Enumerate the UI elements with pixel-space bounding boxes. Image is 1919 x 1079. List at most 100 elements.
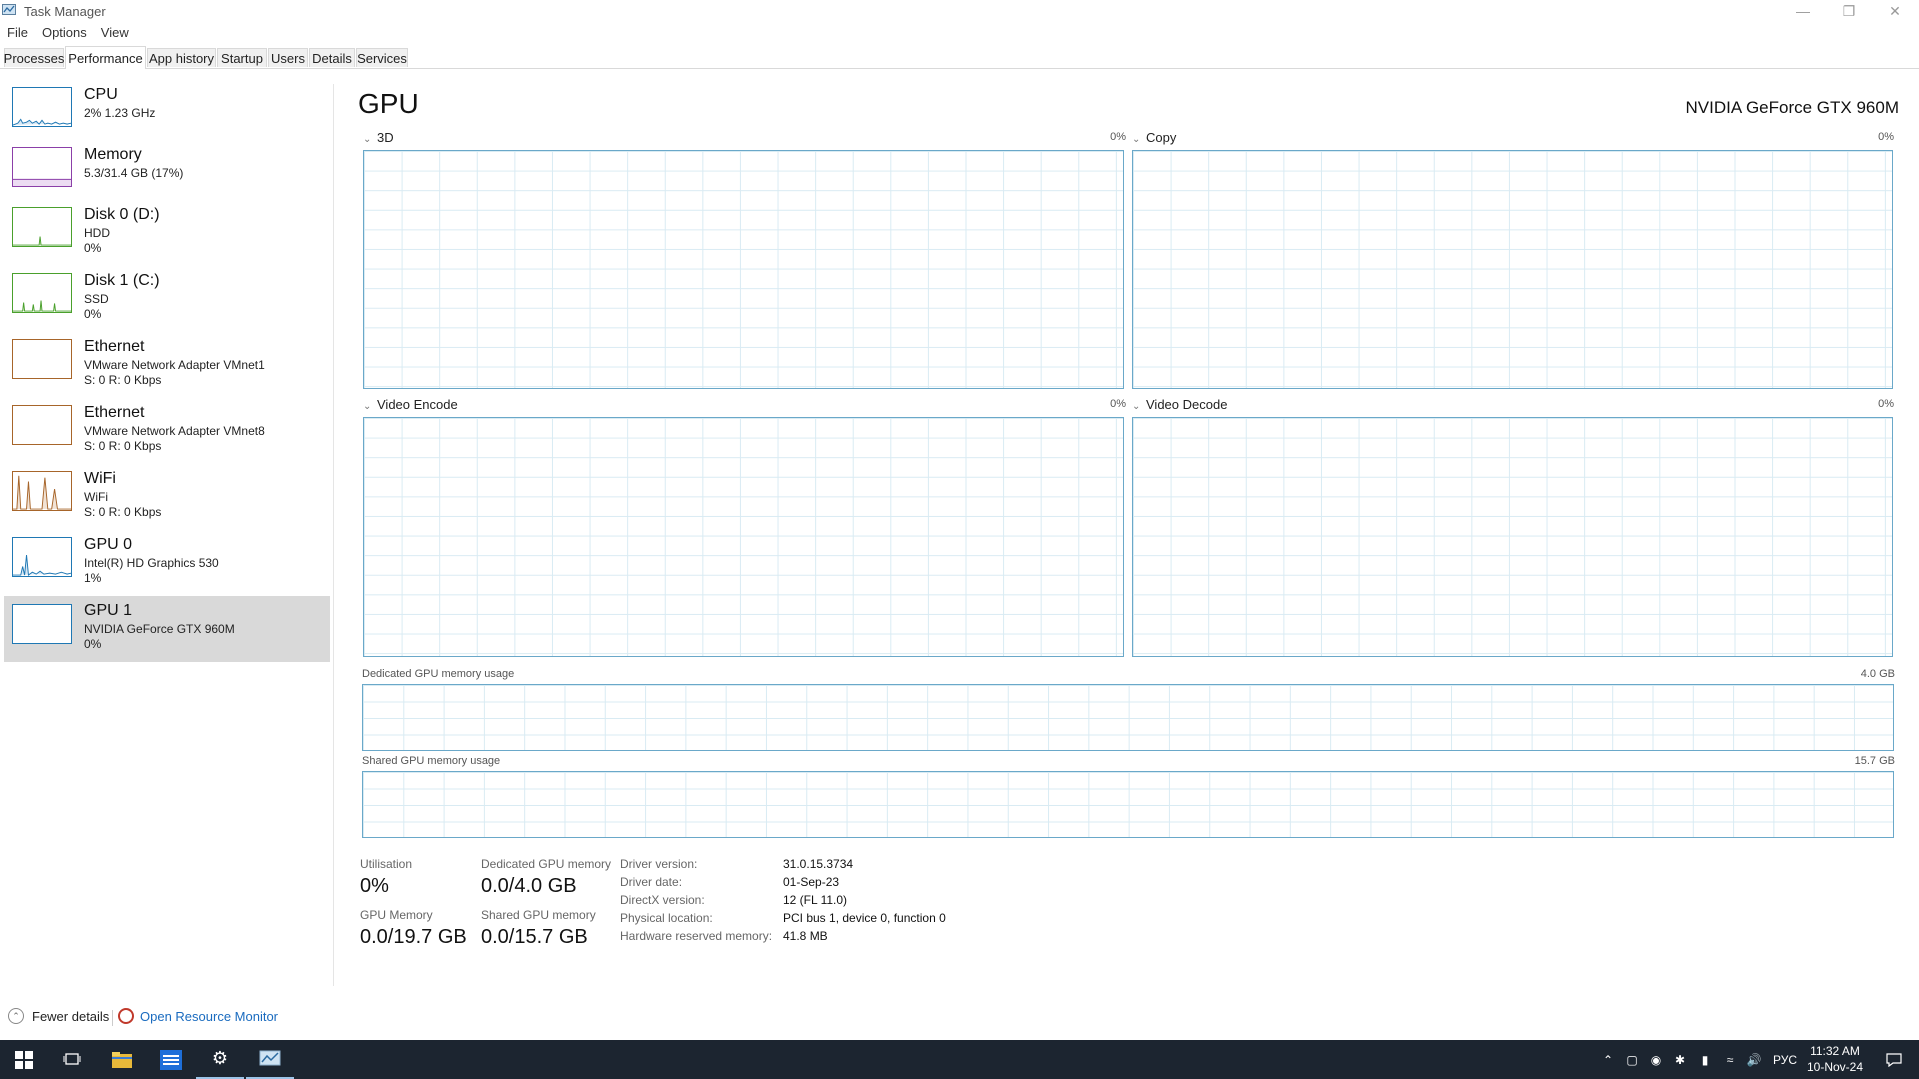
window-title: Task Manager	[24, 4, 106, 19]
menu-view[interactable]: View	[94, 22, 136, 42]
security-app-icon[interactable]: ◉	[1646, 1040, 1666, 1079]
sidebar-item-gpu-1[interactable]: GPU 1 NVIDIA GeForce GTX 960M 0%	[4, 596, 330, 662]
engine-percent: 0%	[1110, 131, 1126, 143]
sidebar-item-detail: S: 0 R: 0 Kbps	[84, 505, 162, 519]
notification-app-icon[interactable]: ▢	[1622, 1040, 1642, 1079]
task-manager-taskbar-icon[interactable]	[246, 1040, 294, 1079]
sidebar-item-cpu[interactable]: CPU 2% 1.23 GHz	[4, 84, 330, 148]
chevron-down-icon: ⌄	[1132, 134, 1141, 145]
volume-icon[interactable]: 🔊	[1744, 1040, 1764, 1079]
resource-monitor-icon	[118, 1008, 134, 1024]
wifi-icon[interactable]: ≈	[1720, 1040, 1740, 1079]
battery-icon[interactable]: ▮	[1694, 1040, 1716, 1079]
sidebar-item-detail: S: 0 R: 0 Kbps	[84, 373, 162, 387]
page-title: GPU	[358, 88, 419, 119]
task-view-icon[interactable]	[48, 1040, 96, 1079]
menu-file[interactable]: File	[0, 22, 35, 42]
tab-users[interactable]: Users	[268, 48, 308, 67]
shared-memory-value: 0.0/15.7 GB	[481, 926, 588, 948]
engine-3d-selector[interactable]: ⌄ 3D	[363, 130, 394, 145]
dedicated-memory-value: 0.0/4.0 GB	[481, 875, 577, 897]
utilisation-label: Utilisation	[360, 857, 413, 871]
sidebar-item-wifi[interactable]: WiFi WiFi S: 0 R: 0 Kbps	[4, 468, 330, 532]
tab-processes[interactable]: Processes	[4, 48, 64, 67]
gpu-memory-label: GPU Memory	[360, 908, 433, 922]
open-resource-monitor-label: Open Resource Monitor	[140, 1008, 279, 1024]
tab-services[interactable]: Services	[356, 48, 408, 67]
language-indicator[interactable]: РУС	[1768, 1040, 1802, 1079]
ethernet-thumbnail	[12, 339, 72, 379]
windows-logo-icon	[15, 1050, 33, 1069]
sidebar-item-title: Ethernet	[84, 404, 145, 421]
open-resource-monitor-link[interactable]: Open Resource Monitor	[118, 1008, 278, 1024]
menu-options[interactable]: Options	[35, 22, 94, 42]
physical-location-value: PCI bus 1, device 0, function 0	[783, 911, 946, 925]
shared-memory-graph-label: Shared GPU memory usage	[362, 755, 501, 767]
sidebar-item-memory[interactable]: Memory 5.3/31.4 GB (17%)	[4, 144, 330, 208]
engine-copy-selector[interactable]: ⌄ Copy	[1132, 130, 1176, 145]
driver-version-value: 31.0.15.3734	[783, 857, 854, 871]
sidebar-item-title: CPU	[84, 86, 118, 103]
footer-divider	[112, 1010, 113, 1026]
minimize-icon[interactable]: —	[1780, 0, 1826, 22]
physical-location-label: Physical location:	[620, 911, 713, 925]
sidebar-item-title: GPU 0	[84, 536, 133, 553]
tab-details[interactable]: Details	[309, 48, 355, 67]
sidebar-item-ethernet-vmnet1[interactable]: Ethernet VMware Network Adapter VMnet1 S…	[4, 336, 330, 400]
engine-percent: 0%	[1110, 398, 1126, 410]
sidebar-item-ethernet-vmnet8[interactable]: Ethernet VMware Network Adapter VMnet8 S…	[4, 402, 330, 466]
driver-date-label: Driver date:	[620, 875, 683, 889]
task-manager-icon	[2, 4, 16, 15]
tab-app-history[interactable]: App history	[147, 48, 216, 67]
chevron-down-icon: ⌄	[363, 134, 372, 145]
sidebar-item-title: WiFi	[84, 470, 116, 487]
engine-copy-graph	[1132, 150, 1893, 389]
chevron-down-icon: ⌄	[1132, 401, 1141, 412]
sidebar-divider	[333, 84, 334, 986]
app-icon[interactable]	[147, 1040, 195, 1079]
directx-version-value: 12 (FL 11.0)	[783, 893, 848, 907]
tab-bar: Processes Performance App history Startu…	[0, 46, 1919, 69]
chevron-up-icon: ⌃	[8, 1008, 24, 1024]
fewer-details-label: Fewer details	[32, 1008, 110, 1024]
shared-memory-max: 15.7 GB	[1854, 755, 1895, 767]
bluetooth-icon[interactable]: ✱	[1670, 1040, 1690, 1079]
shared-memory-graph	[362, 771, 1894, 838]
clock[interactable]: 11:32 AM 10-Nov-24	[1807, 1043, 1863, 1075]
sidebar-item-title: Ethernet	[84, 338, 145, 355]
file-explorer-icon[interactable]	[98, 1040, 146, 1079]
chevron-up-icon[interactable]: ⌃	[1598, 1040, 1618, 1079]
gpu-memory-value: 0.0/19.7 GB	[360, 926, 467, 948]
engine-video-decode-selector[interactable]: ⌄ Video Decode	[1132, 397, 1227, 412]
sidebar-item-disk-1[interactable]: Disk 1 (C:) SSD 0%	[4, 270, 330, 334]
engine-percent: 0%	[1878, 398, 1894, 410]
sidebar-item-disk-0[interactable]: Disk 0 (D:) HDD 0%	[4, 204, 330, 268]
sidebar-item-detail: VMware Network Adapter VMnet8	[84, 424, 265, 438]
sidebar-item-gpu-0[interactable]: GPU 0 Intel(R) HD Graphics 530 1%	[4, 534, 330, 598]
driver-date-value: 01-Sep-23	[783, 875, 840, 889]
chevron-down-icon: ⌄	[363, 401, 372, 412]
sidebar-item-title: Memory	[84, 146, 142, 163]
dedicated-memory-label: Dedicated GPU memory	[481, 857, 612, 871]
dedicated-memory-graph-label: Dedicated GPU memory usage	[362, 668, 515, 680]
engine-video-encode-selector[interactable]: ⌄ Video Encode	[363, 397, 458, 412]
ethernet-thumbnail	[12, 405, 72, 445]
sidebar-item-title: Disk 1 (C:)	[84, 272, 160, 289]
sidebar-item-detail: HDD	[84, 226, 110, 240]
performance-sidebar: CPU 2% 1.23 GHz Memory 5.3/31.4 GB (17%)…	[0, 84, 332, 1004]
action-center-icon[interactable]	[1874, 1040, 1914, 1079]
wifi-thumbnail	[12, 471, 72, 511]
start-button[interactable]	[0, 1040, 48, 1079]
restore-icon[interactable]: ❐	[1826, 0, 1872, 22]
engine-percent: 0%	[1878, 131, 1894, 143]
fewer-details-button[interactable]: ⌃ Fewer details	[8, 1008, 109, 1024]
tab-startup[interactable]: Startup	[217, 48, 267, 67]
engine-label: 3D	[377, 130, 394, 145]
shared-memory-label: Shared GPU memory	[481, 908, 596, 922]
settings-gear-icon[interactable]: ⚙	[196, 1040, 244, 1079]
gpu-model-name: NVIDIA GeForce GTX 960M	[1685, 98, 1899, 117]
tab-performance[interactable]: Performance	[65, 46, 146, 69]
close-icon[interactable]: ✕	[1872, 0, 1918, 22]
footer-bar: ⌃ Fewer details Open Resource Monitor	[0, 1004, 1919, 1034]
engine-label: Video Encode	[377, 397, 458, 412]
